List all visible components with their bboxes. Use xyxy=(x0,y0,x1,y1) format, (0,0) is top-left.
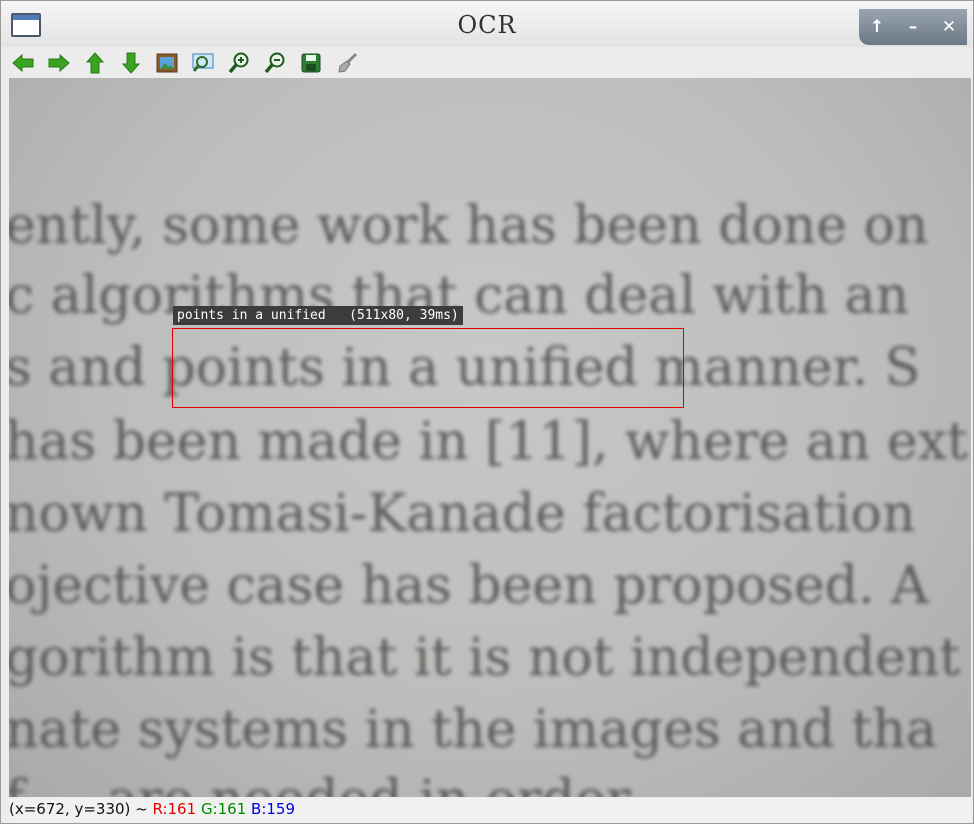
pan-left-button[interactable] xyxy=(9,49,37,77)
page-text-line: has been made in [11], where an ext xyxy=(9,412,968,472)
close-button[interactable]: ✕ xyxy=(935,13,963,41)
save-icon xyxy=(301,53,321,73)
zoom-region-button[interactable] xyxy=(189,49,217,77)
window-title: OCR xyxy=(457,11,517,39)
arrow-down-icon xyxy=(121,52,141,74)
pixel-red-value: R:161 xyxy=(152,800,197,818)
pan-up-button[interactable] xyxy=(81,49,109,77)
page-text-line: ently, some work has been done on xyxy=(9,196,929,256)
detection-label: points in a unified (511x80, 39ms) xyxy=(173,306,463,325)
cursor-coordinates: (x=672, y=330) ~ xyxy=(9,800,153,818)
pan-right-button[interactable] xyxy=(45,49,73,77)
arrow-up-icon xyxy=(85,52,105,74)
pan-down-button[interactable] xyxy=(117,49,145,77)
zoom-region-icon xyxy=(192,53,214,72)
page-text-line: ojective case has been proposed. A xyxy=(9,556,929,616)
title-bar[interactable]: OCR ↑ – ✕ xyxy=(1,1,973,47)
zoom-in-button[interactable] xyxy=(225,49,253,77)
page-text-line: nate systems in the images and tha xyxy=(9,700,937,760)
minimize-button[interactable]: – xyxy=(899,13,927,41)
pixel-blue-value: B:159 xyxy=(251,800,296,818)
page-text-line: gorithm is that it is not independent xyxy=(9,628,961,688)
properties-button[interactable] xyxy=(333,49,361,77)
zoom-fit-button[interactable] xyxy=(153,49,181,77)
arrow-right-icon xyxy=(48,53,70,73)
ocr-window: OCR ↑ – ✕ ently, some work has been done… xyxy=(0,0,974,824)
toolbar xyxy=(9,49,361,77)
page-text-line: f ... are needed in order xyxy=(9,770,631,797)
page-text-line: nown Tomasi-Kanade factorisation xyxy=(9,484,916,544)
image-icon xyxy=(156,53,178,73)
brush-icon xyxy=(338,52,358,73)
save-button[interactable] xyxy=(297,49,325,77)
image-canvas[interactable]: ently, some work has been done on c algo… xyxy=(9,78,971,797)
scanned-page: ently, some work has been done on c algo… xyxy=(9,78,971,797)
zoom-in-icon xyxy=(228,52,249,74)
pixel-green-value: G:161 xyxy=(200,800,247,818)
restore-button[interactable]: ↑ xyxy=(863,13,891,41)
window-controls: ↑ – ✕ xyxy=(859,9,967,45)
arrow-left-icon xyxy=(12,53,34,73)
zoom-out-icon xyxy=(264,52,285,74)
detection-box xyxy=(172,328,684,408)
zoom-out-button[interactable] xyxy=(261,49,289,77)
status-bar: (x=672, y=330) ~ R:161 G:161 B:159 xyxy=(9,798,971,822)
